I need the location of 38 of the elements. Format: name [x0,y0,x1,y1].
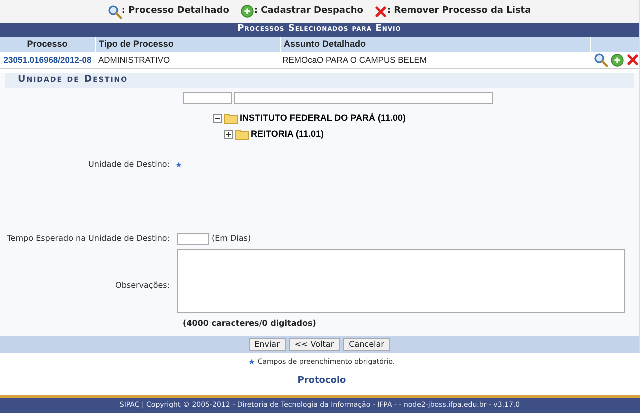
tree-node[interactable]: INSTITUTO FEDERAL DO PARÁ (11.00) [240,112,406,126]
required-icon [176,162,182,168]
character-counter: (4000 caracteres/0 digitados) [183,318,316,330]
folder-icon [224,113,238,124]
module-link[interactable]: Protocolo [298,374,346,388]
column-header: Tipo de Processo [96,37,281,52]
tree-node[interactable]: REITORIA (11.01) [251,128,324,141]
search-icon[interactable] [594,53,608,67]
add-icon[interactable] [610,54,624,66]
table-cell-text: REMOcaO PARA O CAMPUS BELEM [282,54,428,66]
unit-label: (Em Dias) [212,233,252,245]
field-label: Observações: [114,280,171,292]
column-header: Assunto Detalhado [281,37,591,52]
name-field[interactable] [234,92,493,104]
table-cell-text: ADMINISTRATIVO [98,54,172,66]
code-field[interactable] [183,92,232,104]
section-title: Unidade de Destino [5,73,634,88]
add-icon [241,5,254,18]
legend-label: : Processo Detalhado [122,4,230,18]
form-button[interactable]: Cancelar [343,338,390,351]
legend-label: : Cadastrar Despacho [254,4,364,18]
close-icon[interactable] [626,54,639,66]
days-field[interactable] [177,233,209,245]
field-label: Tempo Esperado na Unidade de Destino: [6,233,171,245]
table-title: Processos Selecionados para Envio [0,23,639,37]
observations-field[interactable] [177,249,625,313]
legend-label: : Remover Processo da Lista [387,4,532,18]
search-icon [108,4,122,18]
collapse-icon[interactable] [213,114,222,124]
expand-icon[interactable] [224,130,233,139]
close-icon [375,6,388,18]
field-label: Unidade de Destino: [88,159,171,171]
process-link[interactable]: 23051.016968/2012-08 [4,54,92,66]
form-button[interactable]: Enviar [248,338,286,351]
required-icon [248,359,255,366]
column-header: Processo [0,37,96,52]
form-button[interactable]: << Voltar [288,338,340,351]
folder-icon [235,128,249,140]
